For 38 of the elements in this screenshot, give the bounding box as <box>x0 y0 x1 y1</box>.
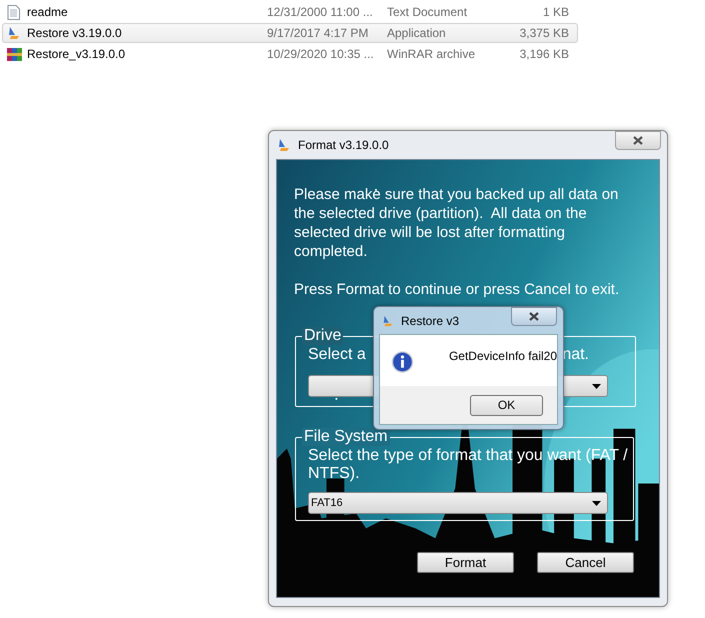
file-type: WinRAR archive <box>387 46 476 63</box>
modified-date: 10/29/2020 10:35 ... <box>267 46 375 63</box>
file-type: Text Document <box>387 4 468 21</box>
dialog-button[interactable]: Format <box>417 552 514 573</box>
file-system-dropdown[interactable]: FAT16 <box>308 492 608 514</box>
file-name: Restore_v3.19.0.0 <box>27 46 126 63</box>
dialog-message: GetDeviceInfo fail20 <box>448 348 557 365</box>
file-row[interactable]: Restore_v3.19.0.0 10/29/2020 10:35 ... WinRAR archive 3,196 KB <box>2 45 578 63</box>
close-button[interactable] <box>615 131 661 150</box>
drive-hint-text: Select a <box>308 345 366 364</box>
caret-icon <box>592 384 601 388</box>
ok-button[interactable]: OK <box>470 394 543 416</box>
modified-date: 9/17/2017 4:17 PM <box>267 25 370 42</box>
window-title: Format v3.19.0.0 <box>298 137 389 154</box>
dialog-title: Restore v3 <box>401 312 460 330</box>
file-name: Restore v3.19.0.0 <box>27 25 123 42</box>
modified-date: 12/31/2000 11:00 ... <box>267 4 374 21</box>
instruction-text: Press Format to continue or press Cancel to exit. <box>294 280 620 299</box>
file-type: Application <box>387 25 447 42</box>
warning-text: Please make sure that you backed up all data on the selected drive (partition). All data on the selected drive will be lost after formatting completed. <box>294 185 620 261</box>
caret-icon <box>592 500 601 506</box>
file-row[interactable]: readme 12/31/2000 11:00 ... Text Document 1 KB <box>2 3 578 21</box>
close-icon <box>529 312 539 321</box>
file-row[interactable]: Restore v3.19.0.0 9/17/2017 4:17 PM Application 3,375 KB <box>2 23 578 43</box>
app-icon <box>382 314 394 326</box>
file-name: readme <box>27 4 69 21</box>
dialog-button[interactable]: Cancel <box>537 552 634 573</box>
file-size: 3,196 KB <box>518 46 569 63</box>
group-legend: Drive <box>302 327 344 345</box>
app-icon <box>7 26 21 40</box>
file-size: 1 KB <box>542 4 569 21</box>
group-legend: File System <box>302 428 390 446</box>
file-size: 3,375 KB <box>518 25 569 42</box>
close-icon <box>633 136 643 145</box>
document-icon <box>7 4 20 20</box>
app-icon <box>277 138 291 152</box>
close-button[interactable] <box>511 307 557 326</box>
archive-icon <box>7 46 22 62</box>
